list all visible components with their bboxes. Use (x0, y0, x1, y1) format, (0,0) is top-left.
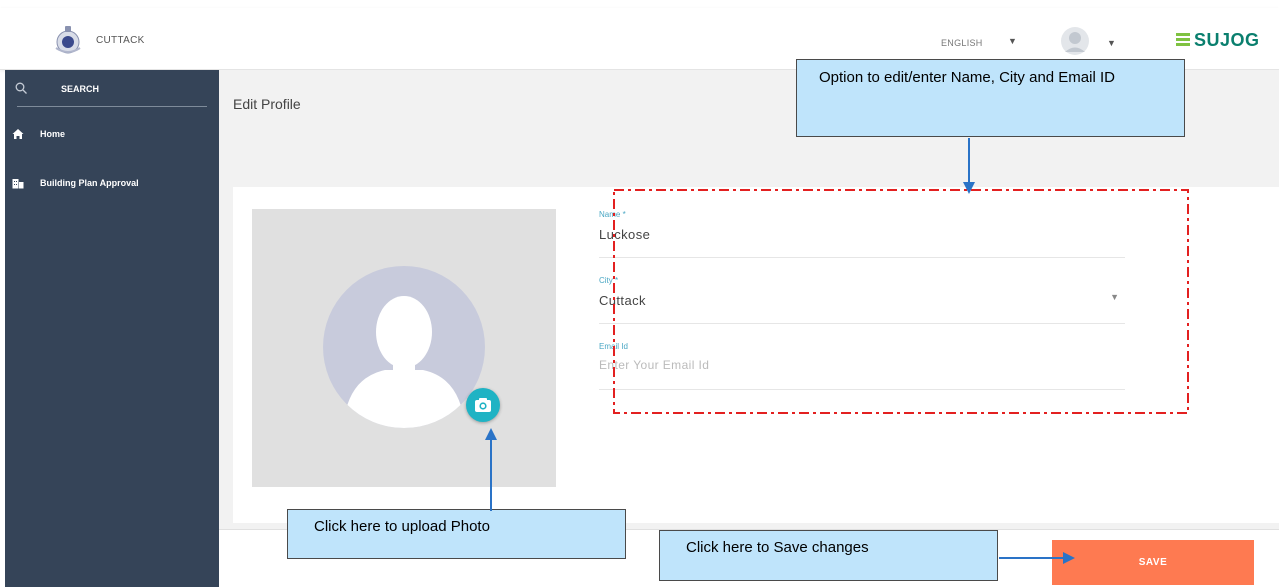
save-button[interactable]: SAVE (1052, 540, 1254, 585)
sidebar-search[interactable]: SEARCH (5, 70, 219, 108)
email-label: Email Id (599, 342, 628, 351)
city-field[interactable]: City * Cuttack ▼ (599, 276, 1125, 324)
city-value[interactable]: Cuttack (599, 293, 646, 308)
brand-mark-icon (1176, 33, 1190, 46)
search-label: SEARCH (61, 84, 100, 94)
email-field[interactable]: Email Id Enter Your Email Id (599, 342, 1125, 390)
annotation-edit-fields: Option to edit/enter Name, City and Emai… (796, 59, 1185, 137)
city-emblem-icon (55, 26, 81, 54)
building-icon (12, 179, 24, 189)
caret-down-icon[interactable]: ▼ (1008, 36, 1017, 46)
caret-down-icon[interactable]: ▼ (1110, 292, 1119, 302)
name-value[interactable]: Luckose (599, 227, 650, 242)
sidebar-item-label: Home (40, 129, 66, 139)
name-label: Name * (599, 210, 626, 219)
search-underline (17, 106, 207, 107)
annotation-save-changes: Click here to Save changes (659, 530, 998, 581)
screen: CUTTACK ENGLISH ▼ ▼ SUJOG SEARCH Home Bu… (0, 0, 1279, 587)
search-icon[interactable] (15, 82, 27, 94)
annotation-upload-photo: Click here to upload Photo (287, 509, 626, 559)
sidebar: SEARCH Home Building Plan Approval (5, 70, 219, 587)
profile-placeholder-icon (323, 266, 485, 428)
camera-icon (475, 398, 491, 412)
sidebar-item-home[interactable]: Home (5, 124, 219, 146)
home-icon (12, 129, 24, 139)
profile-card: Name * Luckose City * Cuttack ▼ Email Id… (233, 187, 1279, 523)
email-placeholder[interactable]: Enter Your Email Id (599, 358, 709, 372)
caret-down-icon[interactable]: ▼ (1107, 38, 1116, 48)
profile-photo-area (252, 209, 556, 487)
city-name: CUTTACK (96, 35, 145, 46)
name-field[interactable]: Name * Luckose (599, 210, 1125, 258)
brand-logo: SUJOG (1194, 30, 1260, 50)
sidebar-item-label: Building Plan Approval (40, 178, 139, 188)
city-label: City * (599, 276, 619, 285)
language-selector[interactable]: ENGLISH (941, 38, 983, 48)
page-title: Edit Profile (233, 96, 301, 112)
upload-photo-button[interactable] (466, 388, 500, 422)
sidebar-item-building-plan-approval[interactable]: Building Plan Approval (5, 173, 219, 195)
user-avatar-icon[interactable] (1060, 26, 1090, 56)
